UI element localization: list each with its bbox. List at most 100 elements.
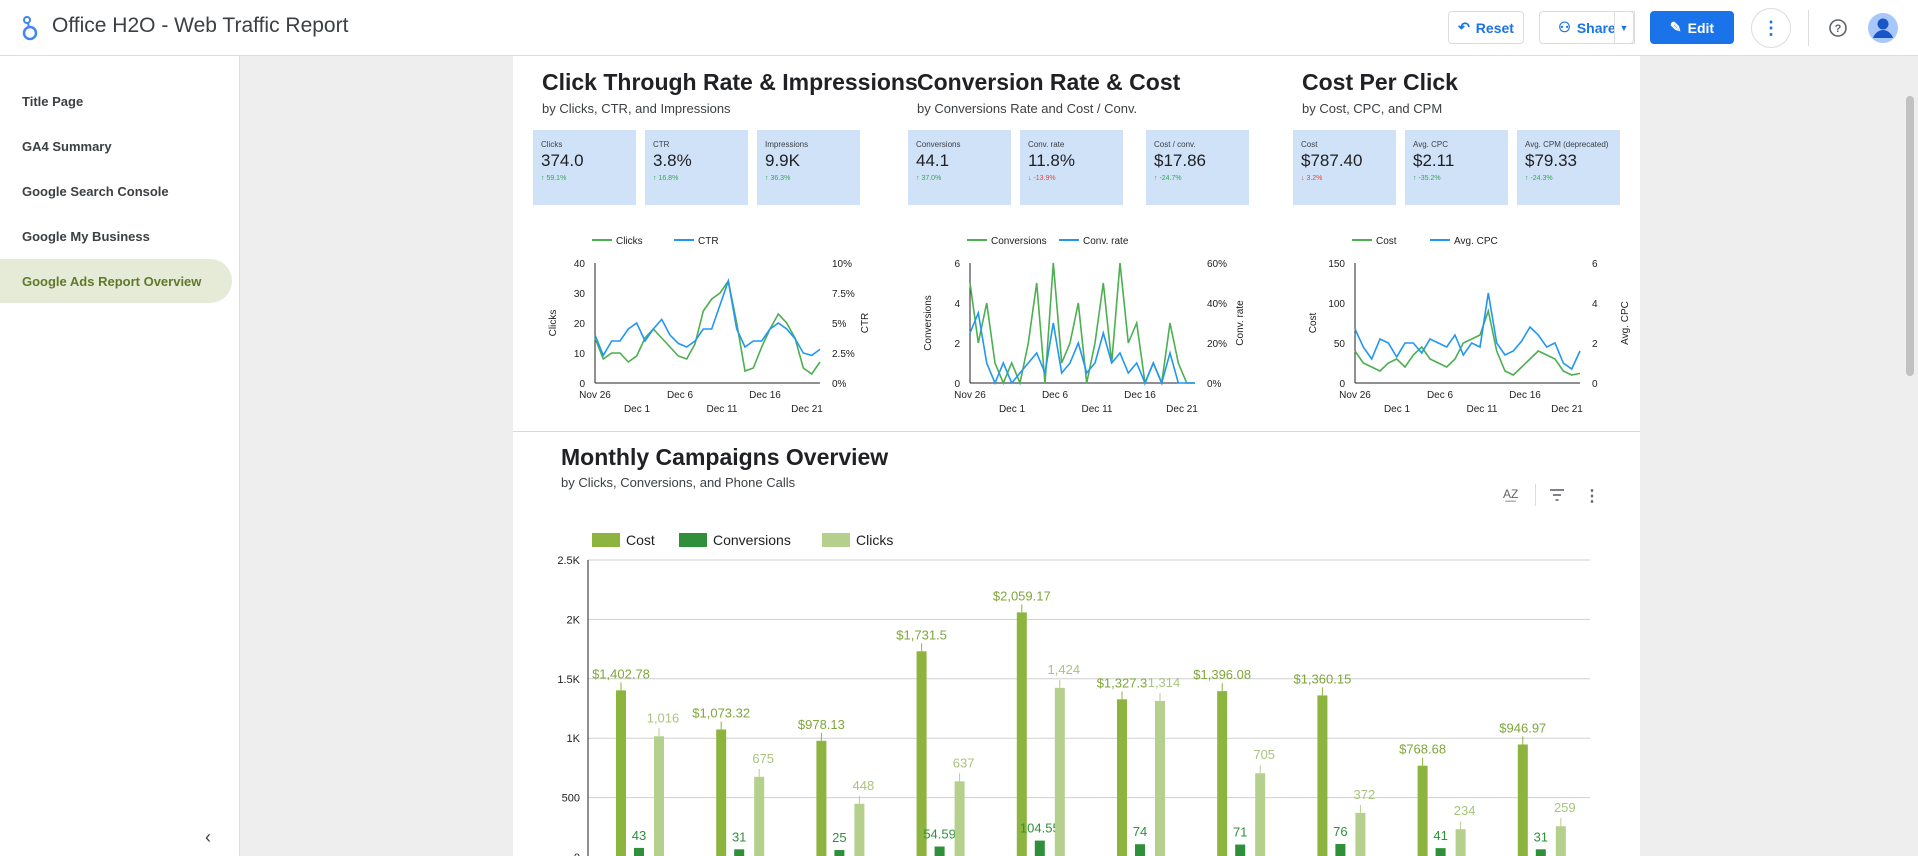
kpi-card-conv-rate[interactable]: Conv. rate 11.8% ↓ -13.9% <box>1020 130 1123 205</box>
reset-button[interactable]: ↶ Reset <box>1448 11 1524 44</box>
kpi-value: 9.9K <box>765 151 800 170</box>
page-navigation-sidebar: Title Page GA4 Summary Google Search Con… <box>0 56 240 856</box>
kpi-card-avg-cpm-deprecated[interactable]: Avg. CPM (deprecated) $79.33 ↑ -24.3% <box>1517 130 1620 205</box>
account-avatar[interactable] <box>1863 8 1903 48</box>
kpi-delta-value: -24.3% <box>1530 175 1553 182</box>
help-button[interactable]: ? <box>1818 8 1858 48</box>
kpi-card-impressions[interactable]: Impressions 9.9K ↑ 36.3% <box>757 130 860 205</box>
line-chart-conversions-rate: Conversions Conv. rate 6 4 2 0 60% 40% 20% 0% Conv… <box>923 236 1245 415</box>
filter-icon[interactable] <box>1549 488 1565 502</box>
section-title-cpc: Cost Per Click <box>1302 69 1458 95</box>
y-tick-label: 0 <box>579 379 585 390</box>
nav-item-title-page[interactable]: Title Page <box>0 79 232 123</box>
legend-label: Cost <box>1376 236 1397 247</box>
data-label-cost: $1,402.78 <box>592 666 650 681</box>
kpi-delta: ↑ 59.1% <box>541 175 628 182</box>
legend-swatch <box>822 533 850 547</box>
series-line-ctr <box>594 277 821 358</box>
bar-cost <box>1117 699 1127 856</box>
kpi-delta: ↑ 16.8% <box>653 175 740 182</box>
data-label-cost: $946.97 <box>1499 721 1546 736</box>
y-tick-label: 2 <box>954 339 960 350</box>
data-label-clicks: 705 <box>1253 747 1275 762</box>
more-options-button[interactable]: ⋮ <box>1751 8 1791 48</box>
series-line-clicks <box>594 278 821 376</box>
data-label-conversions: 104.55 <box>1020 821 1060 836</box>
chart-more-vert-icon[interactable]: ⋮ <box>1584 486 1600 506</box>
y2-tick-label: 2 <box>1592 339 1598 350</box>
kpi-card-ctr[interactable]: CTR 3.8% ↑ 16.8% <box>645 130 748 205</box>
y-tick-label: 0 <box>954 379 960 390</box>
y-tick-label: 150 <box>1328 259 1345 270</box>
pencil-icon: ✎ <box>1669 19 1682 35</box>
bar-clicks <box>754 776 765 856</box>
edit-button[interactable]: ✎ Edit <box>1650 11 1734 44</box>
kpi-delta: ↑ 37.0% <box>916 175 1003 182</box>
y2-tick-label: 40% <box>1207 299 1227 310</box>
y-tick-label: 10 <box>574 349 586 360</box>
y2-tick-label: 7.5% <box>832 289 855 300</box>
kpi-delta: ↑ -24.7% <box>1154 175 1241 182</box>
bar-clicks <box>854 803 865 856</box>
kpi-label: Conversions <box>916 140 961 149</box>
section-subtitle-cpc: by Cost, CPC, and CPM <box>1302 101 1443 116</box>
y-tick-label: 50 <box>1334 339 1346 350</box>
x-tick-label: Dec 6 <box>667 390 694 401</box>
y-tick-label: 40 <box>574 259 586 270</box>
svg-text:?: ? <box>1835 23 1842 35</box>
kpi-card-cost[interactable]: Cost $787.40 ↓ 3.2% <box>1293 130 1396 205</box>
kpi-delta-value: -13.9% <box>1033 175 1056 182</box>
collapse-sidebar-chevron-icon[interactable]: ‹ <box>205 827 211 848</box>
data-label-conversions: 43 <box>632 828 646 843</box>
bar-cost <box>916 651 927 856</box>
sort-az-icon[interactable]: A͟Z <box>1503 487 1518 501</box>
legend-label: Conv. rate <box>1083 236 1129 247</box>
x-tick-label: Dec 16 <box>1509 390 1541 401</box>
y-tick-label: 20 <box>574 319 586 330</box>
y2-tick-label: 2.5% <box>832 349 855 360</box>
toolbar-divider <box>1808 10 1809 46</box>
nav-item-google-my-business[interactable]: Google My Business <box>0 214 232 258</box>
kpi-label: Impressions <box>765 140 809 149</box>
y-tick-label: 100 <box>1328 299 1345 310</box>
y2-tick-label: 0% <box>832 379 847 390</box>
x-tick-label: Dec 11 <box>1467 404 1498 415</box>
bar-conversions <box>1235 844 1246 856</box>
data-label-cost: $2,059.17 <box>993 588 1051 603</box>
kpi-card-avg-cpc[interactable]: Avg. CPC $2.11 ↑ -35.2% <box>1405 130 1508 205</box>
kpi-card-conversions[interactable]: Conversions 44.1 ↑ 37.0% <box>908 130 1011 205</box>
nav-item-google-ads-report-overview[interactable]: Google Ads Report Overview <box>0 259 232 303</box>
legend-label: Conversions <box>991 236 1047 247</box>
kpi-label: Avg. CPM (deprecated) <box>1525 140 1609 149</box>
data-label-conversions: 74 <box>1133 824 1147 839</box>
legend-label: Clicks <box>856 532 893 548</box>
data-label-cost: $1,731.5 <box>896 627 947 642</box>
nav-item-google-search-console[interactable]: Google Search Console <box>0 169 232 213</box>
x-tick-label: Dec 6 <box>1042 390 1069 401</box>
y2-axis-title: Conv. rate <box>1235 300 1245 346</box>
kpi-label: Cost <box>1301 140 1318 149</box>
legend-label: Avg. CPC <box>1454 236 1498 247</box>
legend-label: CTR <box>698 236 719 247</box>
data-label-clicks: 1,314 <box>1148 675 1181 690</box>
y2-tick-label: 60% <box>1207 259 1227 270</box>
share-dropdown-button[interactable]: ▼ <box>1614 11 1634 44</box>
kpi-delta-value: 37.0% <box>921 175 942 182</box>
x-tick-label: Dec 1 <box>624 404 651 415</box>
data-label-clicks: 637 <box>953 755 975 770</box>
nav-item-ga4-summary[interactable]: GA4 Summary <box>0 124 232 168</box>
bar-conversions <box>834 850 845 856</box>
data-label-conversions: 31 <box>1534 829 1548 844</box>
kpi-value: 44.1 <box>916 151 950 170</box>
data-label-cost: $1,327.3 <box>1097 675 1148 690</box>
canvas-scrollbar[interactable] <box>1906 96 1914 376</box>
avatar-icon <box>1868 13 1898 43</box>
data-label-cost: $1,396.08 <box>1193 667 1251 682</box>
section-divider <box>513 431 1640 432</box>
y-tick-label: 500 <box>562 793 580 805</box>
data-label-clicks: 448 <box>853 778 875 793</box>
kpi-card-clicks[interactable]: Clicks 374.0 ↑ 59.1% <box>533 130 636 205</box>
looker-studio-logo-icon[interactable] <box>18 14 42 42</box>
bar-clicks <box>1555 826 1566 856</box>
kpi-card-cost-conv[interactable]: Cost / conv. $17.86 ↑ -24.7% <box>1146 130 1249 205</box>
